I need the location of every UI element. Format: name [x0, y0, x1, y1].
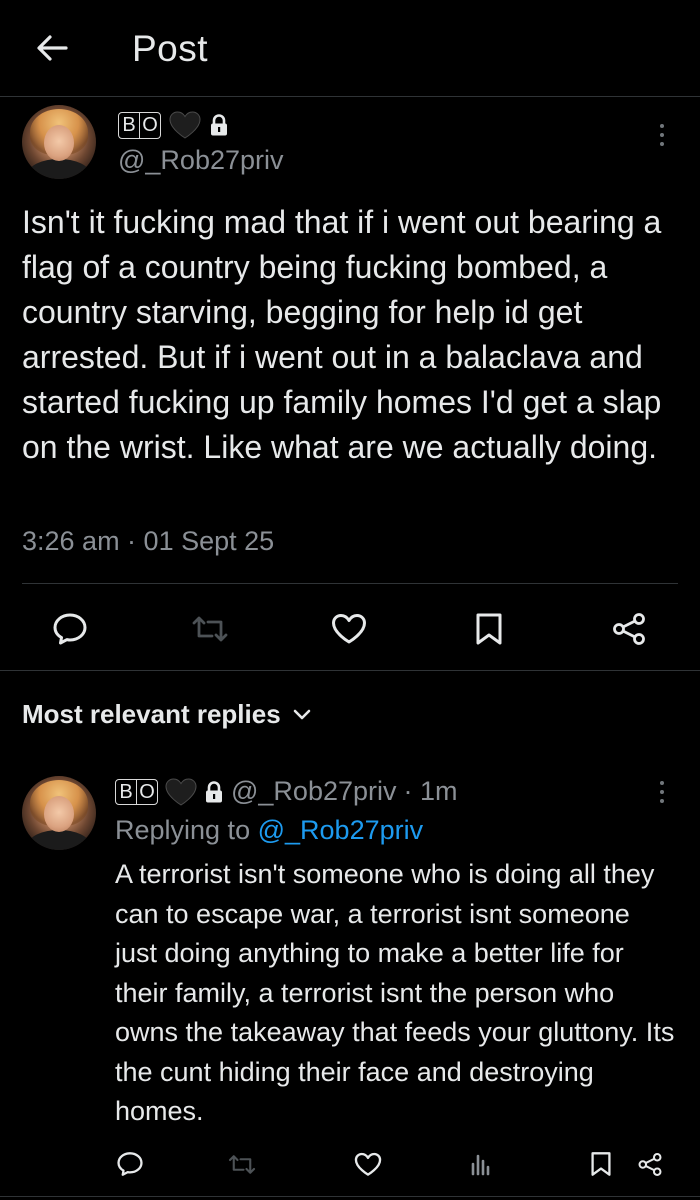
reply-handle[interactable]: @_Rob27priv	[231, 776, 397, 807]
top-bar: Post	[0, 0, 700, 97]
post-more-button[interactable]	[652, 124, 672, 146]
bo-badge: B O	[115, 778, 158, 805]
reply-avatar[interactable]	[22, 776, 96, 850]
reply-more-button[interactable]	[652, 781, 672, 803]
share-icon	[613, 613, 645, 645]
reply-like-button[interactable]	[350, 1146, 386, 1182]
more-vertical-icon	[660, 124, 664, 128]
chevron-down-icon	[293, 709, 310, 719]
section-divider	[0, 670, 700, 671]
reply-text: A terrorist isn't someone who is doing a…	[115, 859, 675, 1126]
replying-to-label: Replying to	[115, 815, 251, 845]
bookmark-button[interactable]	[467, 607, 511, 651]
lock-icon	[211, 114, 227, 136]
views-icon	[471, 1154, 490, 1176]
reply-button[interactable]	[48, 607, 92, 651]
repost-button[interactable]	[188, 607, 232, 651]
reply-repost-button[interactable]	[224, 1146, 260, 1182]
like-icon	[354, 1152, 382, 1176]
post-text: Isn't it fucking mad that if i went out …	[22, 204, 662, 465]
post-display-name[interactable]: B O	[118, 111, 229, 139]
repost-icon	[192, 616, 228, 642]
reply-share-button[interactable]	[632, 1146, 668, 1182]
reply-bottom-divider	[0, 1196, 700, 1197]
post-avatar[interactable]	[22, 105, 96, 179]
replying-to-line: Replying to @_Rob27priv	[115, 815, 423, 846]
lock-icon	[206, 780, 222, 802]
page-title: Post	[132, 28, 209, 69]
more-vertical-icon	[660, 781, 664, 785]
share-button[interactable]	[607, 607, 651, 651]
reply-icon	[53, 613, 87, 645]
black-heart-icon	[169, 111, 201, 139]
reply-display-name[interactable]: B O @_Rob27priv · 1m	[115, 776, 458, 807]
like-button[interactable]	[327, 607, 371, 651]
reply-bookmark-button[interactable]	[583, 1146, 619, 1182]
share-icon	[638, 1152, 662, 1176]
replies-sort-label: Most relevant replies	[22, 699, 281, 729]
post-timestamp[interactable]: 3:26 am · 01 Sept 25	[22, 526, 274, 557]
replying-to-handle-link[interactable]: @_Rob27priv	[258, 815, 424, 845]
arrow-left-icon	[37, 35, 68, 61]
post-divider	[22, 583, 678, 584]
replies-sort-dropdown[interactable]: Most relevant replies	[22, 699, 311, 730]
reply-time: · 1m	[403, 776, 458, 806]
bo-badge: B O	[118, 111, 161, 139]
reply-icon	[117, 1152, 143, 1176]
bookmark-icon	[476, 613, 502, 645]
black-heart-icon	[165, 777, 197, 806]
back-button[interactable]	[30, 26, 74, 70]
repost-icon	[228, 1154, 256, 1174]
reply-reply-button[interactable]	[112, 1146, 148, 1182]
post-handle[interactable]: @_Rob27priv	[118, 145, 284, 176]
bookmark-icon	[591, 1152, 611, 1176]
like-icon	[332, 614, 366, 644]
reply-views-button[interactable]	[463, 1146, 499, 1182]
